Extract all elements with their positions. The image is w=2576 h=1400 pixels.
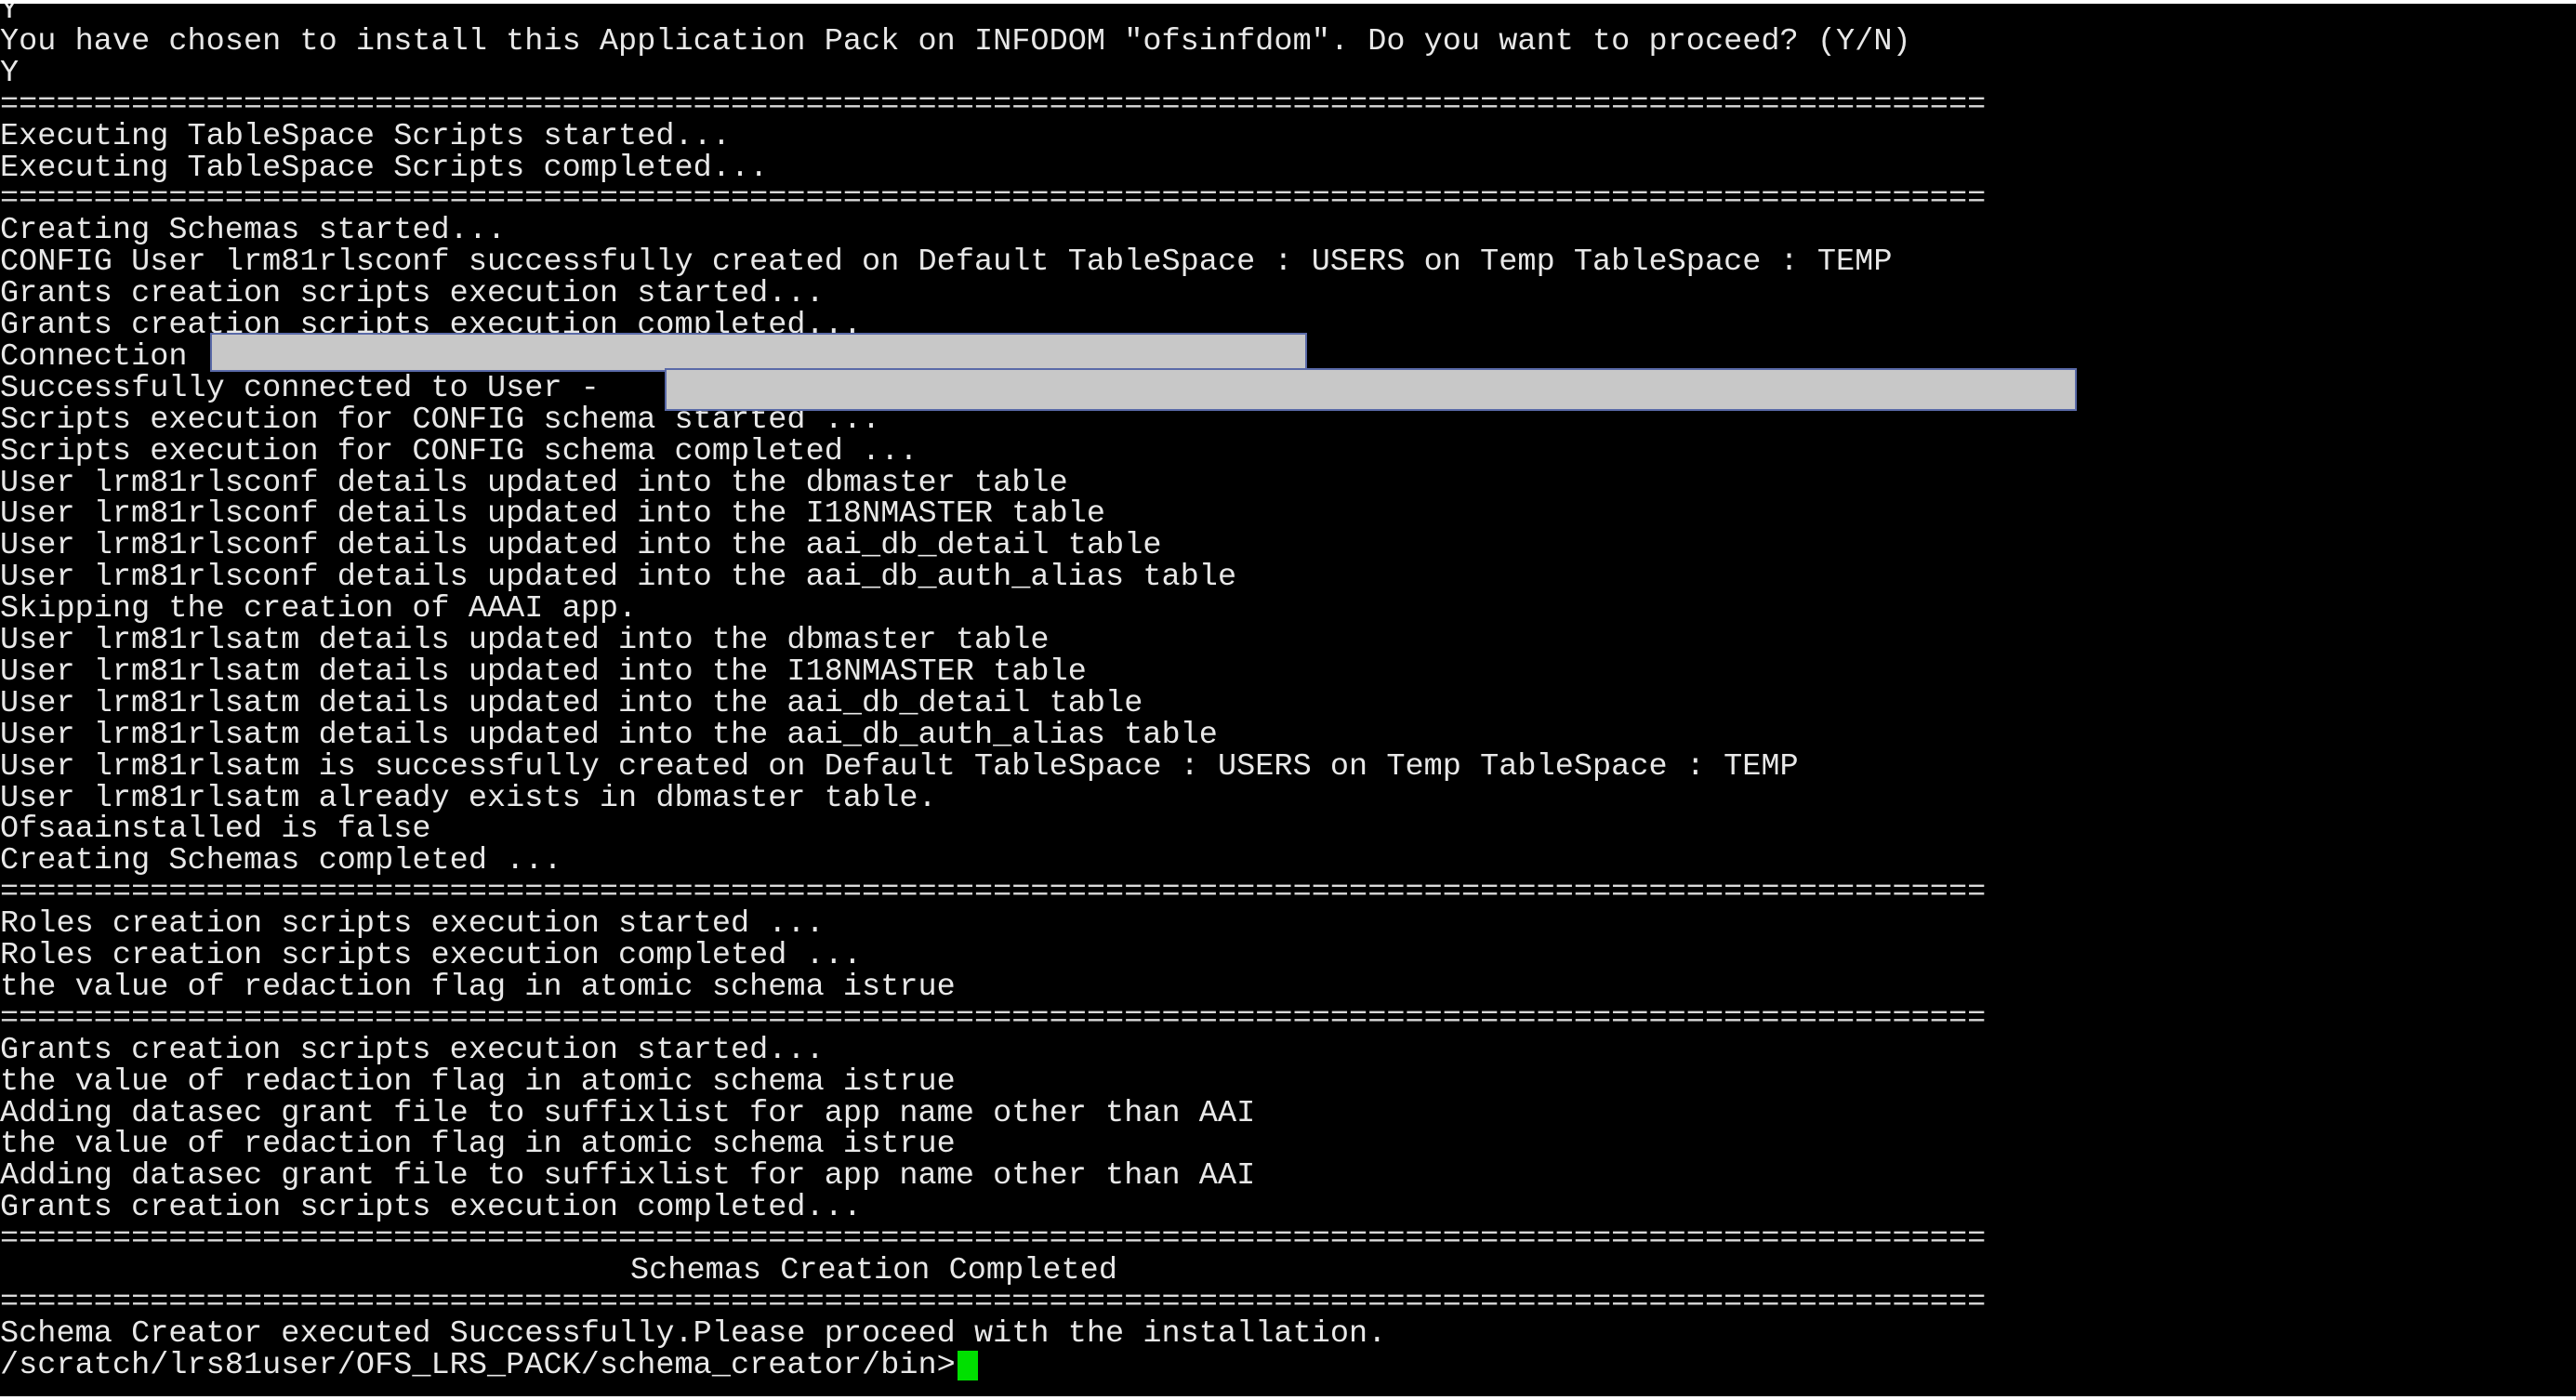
terminal-line: Creating Schemas started...	[0, 213, 507, 249]
terminal-line: Successfully connected to User -	[0, 370, 600, 406]
terminal-line: User lrm81rlsatm details updated into th…	[0, 623, 1050, 658]
terminal-line: Ofsaainstalled is false	[0, 812, 431, 848]
terminal-line: Skipping the creation of AAAI app.	[0, 591, 638, 627]
terminal-line: the value of redaction flag in atomic sc…	[0, 1063, 956, 1100]
terminal-line: User lrm81rlsconf details updated into t…	[0, 528, 1162, 564]
separator-line: ========================================…	[0, 86, 1987, 123]
terminal-window[interactable]: Y You have chosen to install this Applica…	[0, 4, 2576, 1396]
redacted-connection-details	[210, 333, 1307, 372]
terminal-line: User lrm81rlsconf details updated into t…	[0, 465, 1068, 501]
terminal-line: Grants creation scripts execution comple…	[0, 1190, 863, 1226]
terminal-line: Executing TableSpace Scripts completed..…	[0, 150, 769, 186]
terminal-line: the value of redaction flag in atomic sc…	[0, 1127, 956, 1163]
terminal-line: Schema Creator executed Successfully.Ple…	[0, 1315, 1387, 1352]
terminal-line: User lrm81rlsatm details updated into th…	[0, 685, 1143, 721]
separator-line: ========================================…	[0, 1000, 1987, 1037]
terminal-line: the value of redaction flag in atomic sc…	[0, 969, 956, 1005]
terminal-line: You have chosen to install this Applicat…	[0, 23, 1911, 59]
separator-line: ========================================…	[0, 181, 1987, 218]
redacted-user-details	[665, 368, 2077, 411]
terminal-line: Adding datasec grant file to suffixlist …	[0, 1158, 1256, 1195]
terminal-line: User lrm81rlsconf details updated into t…	[0, 496, 1106, 533]
terminal-line: User lrm81rlsatm already exists in dbmas…	[0, 780, 937, 816]
terminal-line: CONFIG User lrm81rlsconf successfully cr…	[0, 244, 1893, 281]
terminal-line: Schemas Creation Completed	[630, 1253, 1117, 1288]
separator-line: ========================================…	[0, 1222, 1987, 1258]
terminal-line: Creating Schemas completed ...	[0, 843, 562, 879]
terminal-line: Y	[0, 55, 20, 91]
separator-line: ========================================…	[0, 875, 1987, 911]
terminal-line: Grants creation scripts execution starte…	[0, 1032, 825, 1068]
terminal-line: Connection	[0, 338, 188, 375]
terminal-line: Roles creation scripts execution complet…	[0, 938, 863, 973]
terminal-line: User lrm81rlsatm is successfully created…	[0, 748, 1799, 785]
terminal-line: /scratch/lrs81user/OFS_LRS_PACK/schema_c…	[0, 1347, 956, 1383]
terminal-line: Grants creation scripts execution starte…	[0, 276, 825, 312]
terminal-line: User lrm81rlsatm details updated into th…	[0, 717, 1218, 753]
terminal-line: Adding datasec grant file to suffixlist …	[0, 1095, 1256, 1131]
terminal-line: Scripts execution for CONFIG schema comp…	[0, 433, 918, 469]
terminal-line: Executing TableSpace Scripts started...	[0, 118, 731, 154]
terminal-cursor[interactable]	[957, 1350, 978, 1380]
terminal-line: User lrm81rlsconf details updated into t…	[0, 560, 1237, 596]
separator-line: ========================================…	[0, 1284, 1987, 1320]
terminal-line: User lrm81rlsatm details updated into th…	[0, 654, 1087, 690]
terminal-line: Y	[0, 4, 20, 28]
terminal-line: Roles creation scripts execution started…	[0, 906, 825, 943]
